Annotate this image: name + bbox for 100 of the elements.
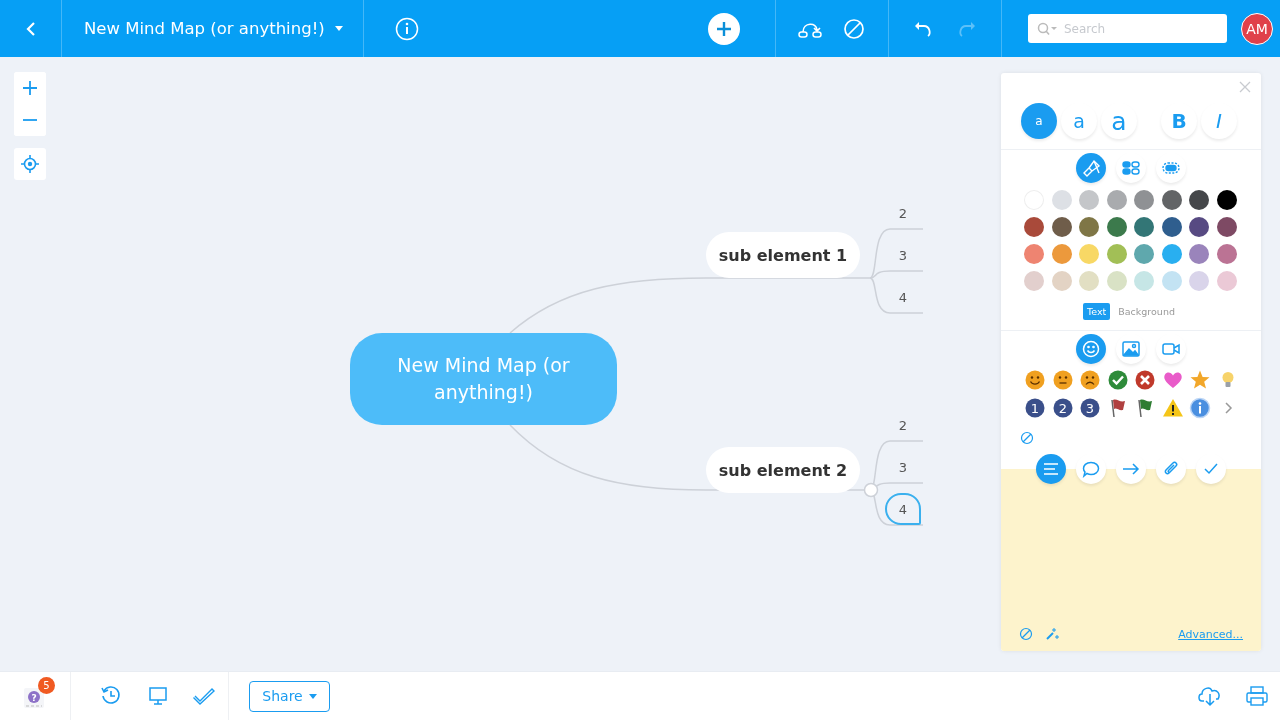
color-swatch[interactable]	[1189, 190, 1209, 210]
video-tab[interactable]	[1156, 334, 1186, 364]
back-icon	[24, 20, 37, 37]
cross-icon[interactable]	[1134, 369, 1156, 391]
task-tab[interactable]	[1196, 454, 1226, 484]
color-swatch[interactable]	[1189, 244, 1209, 264]
advanced-link[interactable]: Advanced...	[1178, 627, 1243, 641]
color-swatch[interactable]	[1216, 244, 1237, 264]
close-icon[interactable]	[1239, 81, 1251, 93]
subtopic-node[interactable]: 3	[885, 451, 921, 483]
image-icon	[1121, 340, 1141, 358]
color-swatch[interactable]	[1106, 244, 1127, 264]
comment-tab[interactable]	[1076, 454, 1106, 484]
recenter-button[interactable]	[14, 148, 46, 180]
text-style-button[interactable]: a	[1061, 103, 1097, 139]
color-swatch[interactable]	[1134, 244, 1154, 264]
target-icon	[21, 155, 39, 173]
topic-node[interactable]: sub element 2	[706, 447, 860, 493]
emoji-tab[interactable]	[1076, 334, 1106, 364]
link-tab[interactable]	[1116, 454, 1146, 484]
color-swatch[interactable]	[1134, 217, 1154, 237]
lines-icon	[1041, 460, 1061, 478]
color-swatch[interactable]	[1079, 271, 1099, 291]
subtopic-node[interactable]: 2	[885, 409, 921, 441]
text-style-button[interactable]: I	[1201, 103, 1237, 139]
user-avatar[interactable]: AM	[1241, 12, 1273, 45]
text-style-button[interactable]: a	[1101, 103, 1137, 139]
brush-icon	[1081, 159, 1101, 177]
color-swatch[interactable]	[1216, 271, 1237, 291]
clear-icon[interactable]	[1020, 431, 1034, 445]
warning-icon[interactable]	[1161, 397, 1184, 419]
number-icon[interactable]: 2	[1051, 397, 1074, 419]
border-icon	[1161, 159, 1181, 177]
check-icon[interactable]	[1106, 369, 1129, 391]
camera-icon	[1161, 340, 1181, 358]
cloud-download-icon	[1196, 685, 1223, 707]
color-swatch[interactable]	[1051, 244, 1072, 264]
map-title-menu[interactable]: New Mind Map (or anything!)	[62, 0, 364, 57]
smile-icon[interactable]	[1024, 369, 1046, 391]
share-button[interactable]: Share	[249, 680, 330, 712]
brush-tab[interactable]	[1076, 153, 1106, 183]
color-swatch[interactable]	[1161, 271, 1182, 291]
color-swatch[interactable]	[1079, 217, 1099, 237]
color-swatch[interactable]	[1216, 217, 1237, 237]
image-tab[interactable]	[1116, 334, 1146, 364]
shapes-tab[interactable]	[1116, 153, 1146, 183]
color-swatch[interactable]	[1024, 217, 1044, 237]
branch-handle[interactable]	[863, 482, 879, 498]
caret-icon	[334, 26, 343, 31]
subtopic-node[interactable]: 4	[885, 493, 921, 525]
color-swatch[interactable]	[1161, 217, 1182, 237]
star-icon[interactable]	[1189, 369, 1211, 391]
attachment-tab[interactable]	[1156, 454, 1186, 484]
border-tab[interactable]	[1156, 153, 1186, 183]
color-target-tab[interactable]: Text	[1083, 303, 1111, 320]
number-icon[interactable]: 3	[1079, 397, 1101, 419]
no-sign-icon	[843, 17, 865, 40]
topic-node[interactable]: sub element 1	[706, 232, 860, 278]
color-swatch[interactable]	[1024, 244, 1044, 264]
color-swatch[interactable]	[1134, 271, 1154, 291]
root-node[interactable]: New Mind Map (or anything!)	[350, 333, 617, 425]
color-swatch[interactable]	[1189, 271, 1209, 291]
color-swatch[interactable]	[1024, 271, 1044, 291]
clear-icon[interactable]	[1019, 627, 1033, 641]
color-swatch[interactable]	[1106, 271, 1127, 291]
info-icon	[394, 16, 419, 41]
color-swatch[interactable]	[1079, 244, 1099, 264]
info-icon[interactable]	[1189, 397, 1211, 419]
text-style-button[interactable]: B	[1161, 103, 1197, 139]
color-swatch[interactable]	[1106, 217, 1127, 237]
speech-bubble-icon	[1081, 460, 1101, 478]
help-icon[interactable]: ?	[23, 687, 47, 709]
magic-wand-icon[interactable]	[1045, 627, 1059, 641]
plus-icon	[708, 12, 740, 45]
color-swatch[interactable]	[1051, 190, 1072, 210]
number-icon[interactable]: 1	[1024, 397, 1046, 419]
print-icon	[1244, 685, 1269, 707]
subtopic-node[interactable]: 3	[885, 239, 921, 271]
neutral-icon[interactable]	[1051, 369, 1074, 391]
color-swatch[interactable]	[1134, 190, 1154, 210]
color-swatch[interactable]	[1161, 244, 1182, 264]
shapes-icon	[1121, 159, 1141, 177]
color-swatch[interactable]	[1051, 217, 1072, 237]
text-style-button[interactable]: a	[1021, 103, 1057, 139]
color-target-tab[interactable]: Background	[1114, 303, 1179, 320]
color-swatch[interactable]	[1079, 190, 1099, 210]
color-swatch[interactable]	[1161, 190, 1182, 210]
subtopic-node[interactable]: 2	[885, 197, 921, 229]
sad-icon[interactable]	[1079, 369, 1101, 391]
caret-icon	[308, 693, 317, 699]
color-swatch[interactable]	[1216, 190, 1237, 210]
color-swatch[interactable]	[1106, 190, 1127, 210]
notification-badge: 5	[38, 677, 55, 694]
notes-tab[interactable]	[1036, 454, 1066, 484]
subtopic-node[interactable]: 4	[885, 281, 921, 313]
color-swatch[interactable]	[1051, 271, 1072, 291]
history-icon	[99, 685, 122, 707]
search-field[interactable]: Search	[1028, 14, 1227, 43]
plus-icon	[23, 81, 37, 95]
color-swatch[interactable]	[1189, 217, 1209, 237]
